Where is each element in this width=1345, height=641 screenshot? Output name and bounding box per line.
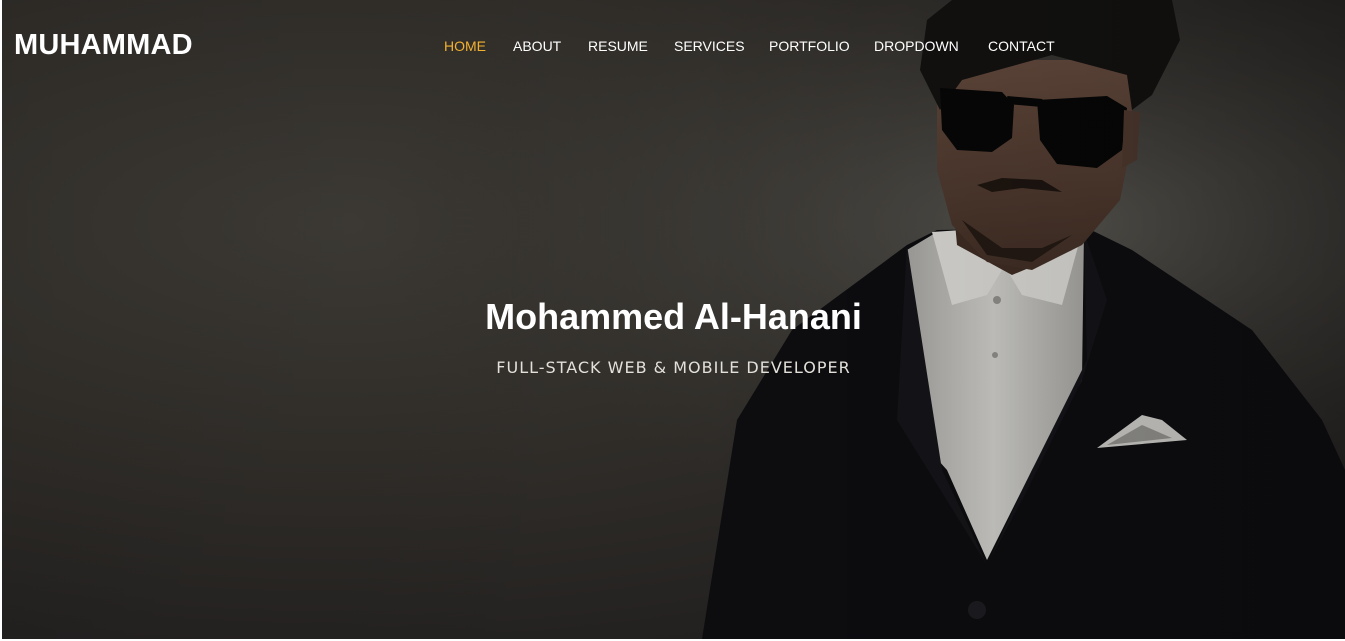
nav-item-services[interactable]: SERVICES: [674, 38, 745, 54]
nav-item-about[interactable]: ABOUT: [513, 38, 561, 54]
nav-item-resume[interactable]: RESUME: [588, 38, 648, 54]
nav-item-dropdown[interactable]: DROPDOWN: [874, 38, 959, 54]
nav-item-contact[interactable]: CONTACT: [988, 38, 1055, 54]
hero-role: FULL-STACK WEB & MOBILE DEVELOPER: [496, 358, 851, 377]
nav-item-home[interactable]: HOME: [444, 38, 486, 54]
site-logo[interactable]: MUHAMMAD: [14, 29, 193, 62]
nav-item-portfolio[interactable]: PORTFOLIO: [769, 38, 850, 54]
hero-section: MUHAMMAD HOME ABOUT RESUME SERVICES PORT…: [2, 0, 1345, 639]
hero-name: Mohammed Al-Hanani: [485, 296, 862, 337]
